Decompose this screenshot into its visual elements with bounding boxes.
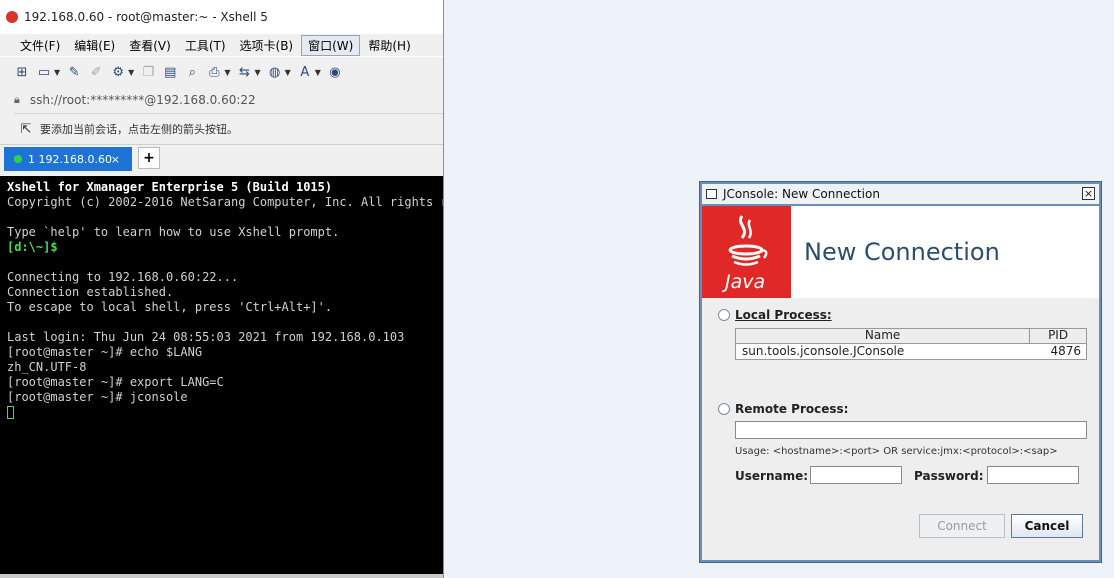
xshell-title: 192.168.0.60 - root@master:~ - Xshell 5 [24,10,268,24]
banner: Java New Connection [702,206,1099,298]
chevron-down-icon[interactable]: ▼ [54,68,60,77]
local-process-label[interactable]: Local Process: [735,308,832,322]
terminal-line: Copyright (c) 2002-2016 NetSarang Comput… [7,195,443,209]
tab-close-icon[interactable]: × [111,153,120,166]
add-tab-button[interactable]: + [138,147,160,169]
table-header: Name PID [736,329,1086,344]
terminal-line: zh_CN.UTF-8 [7,360,87,374]
process-name: sun.tools.jconsole.JConsole [742,344,905,358]
tab-session[interactable]: 1 192.168.0.60 × [4,147,132,171]
terminal[interactable]: Xshell for Xmanager Enterprise 5 (Build … [0,176,443,574]
hint-text: 要添加当前会话，点击左侧的箭头按钮。 [40,123,238,136]
xftp-icon[interactable]: ◉ [327,64,343,80]
remote-process-radio[interactable] [718,403,730,415]
connected-status-icon [14,155,22,163]
terminal-line: Connection established. [7,285,174,299]
remote-process-label[interactable]: Remote Process: [735,402,848,416]
chevron-down-icon[interactable]: ▼ [224,68,230,77]
tab-bar: 1 192.168.0.60 × + [0,144,443,171]
xshell-app-icon [6,11,18,23]
password-label: Password: [914,469,984,483]
local-process-radio[interactable] [718,309,730,321]
password-input[interactable] [987,466,1079,484]
dialog-body: Java New Connection Local Process: Name … [702,206,1099,560]
lock-icon: 🔒︎ [14,93,20,106]
cancel-button[interactable]: Cancel [1011,514,1083,538]
username-label: Username: [735,469,809,483]
menu-edit[interactable]: 编辑(E) [68,36,121,55]
terminal-prompt: [d:\~]$ [7,240,58,254]
properties-icon[interactable]: ⚙ [110,64,126,80]
copy-icon[interactable]: ❐ [140,64,156,80]
connect-icon[interactable]: ✎ [66,64,82,80]
globe-icon[interactable]: ◍ [267,64,283,80]
process-pid: 4876 [1050,344,1081,358]
local-process-table[interactable]: Name PID sun.tools.jconsole.JConsole 487… [735,328,1087,360]
column-header-pid[interactable]: PID [1030,329,1086,343]
menu-tools[interactable]: 工具(T) [179,36,232,55]
table-row[interactable]: sun.tools.jconsole.JConsole 4876 [736,344,1086,360]
menu-view[interactable]: 查看(V) [123,36,177,55]
terminal-line: [root@master ~]# export LANG=C [7,375,224,389]
terminal-line: [root@master ~]# echo $LANG [7,345,203,359]
terminal-line: Xshell for Xmanager Enterprise 5 (Build … [7,180,333,194]
xshell-status-strip [0,574,443,578]
java-logo: Java [702,206,791,298]
java-cup-icon: Java [721,215,768,293]
disconnect-icon[interactable]: ✐ [88,64,104,80]
menu-file[interactable]: 文件(F) [14,36,66,55]
terminal-line: Connecting to 192.168.0.60:22... [7,270,239,284]
tab-label: 1 192.168.0.60 [28,152,112,166]
paste-icon[interactable]: ▤ [162,64,178,80]
transfer-icon[interactable]: ⇆ [236,64,252,80]
terminal-line: [root@master ~]# jconsole [7,390,188,404]
connect-button[interactable]: Connect [919,514,1005,538]
username-input[interactable] [810,466,902,484]
new-session-icon[interactable]: ⊞ [14,64,30,80]
dialog-title: JConsole: New Connection [723,187,880,201]
window-icon [706,189,717,199]
address-text[interactable]: ssh://root:*********@192.168.0.60:22 [30,93,256,107]
hint-bar: ⇱ 要添加当前会话，点击左侧的箭头按钮。 [0,114,443,144]
chevron-down-icon[interactable]: ▼ [315,68,321,77]
address-bar[interactable]: 🔒︎ ssh://root:*********@192.168.0.60:22 [14,87,443,114]
menu-bar: 文件(F) 编辑(E) 查看(V) 工具(T) 选项卡(B) 窗口(W) 帮助(… [0,34,443,56]
font-icon[interactable]: A [297,64,313,80]
menu-tabs[interactable]: 选项卡(B) [234,36,300,55]
menu-window[interactable]: 窗口(W) [301,34,361,56]
terminal-cursor [7,406,14,419]
arrow-session-icon[interactable]: ⇱ [18,121,34,137]
banner-title: New Connection [804,238,1000,266]
column-header-name[interactable]: Name [736,329,1031,343]
remote-process-input[interactable] [735,421,1087,439]
find-icon[interactable]: ⌕ [184,64,200,80]
dialog-titlebar: JConsole: New Connection × [702,184,1099,204]
chevron-down-icon[interactable]: ▼ [254,68,260,77]
chevron-down-icon[interactable]: ▼ [128,68,134,77]
print-icon[interactable]: ⎙ [206,64,222,80]
jconsole-dialog: JConsole: New Connection × Java New Conn… [699,181,1102,563]
terminal-line: To escape to local shell, press 'Ctrl+Al… [7,300,333,314]
open-folder-icon[interactable]: ▭ [36,64,52,80]
terminal-line: Last login: Thu Jun 24 08:55:03 2021 fro… [7,330,405,344]
terminal-line: Type `help' to learn how to use Xshell p… [7,225,340,239]
menu-help[interactable]: 帮助(H) [362,36,416,55]
usage-hint: Usage: <hostname>:<port> OR service:jmx:… [735,446,1058,457]
toolbar: ⊞ ▭ ▼ ✎ ✐ ⚙ ▼ ❐ ▤ ⌕ ⎙ ▼ ⇆ ▼ ◍ ▼ A ▼ ◉ [0,56,443,87]
xshell-titlebar: 192.168.0.60 - root@master:~ - Xshell 5 [0,0,443,34]
close-icon[interactable]: × [1082,187,1095,200]
java-logo-text: Java [721,271,765,293]
chevron-down-icon[interactable]: ▼ [285,68,291,77]
